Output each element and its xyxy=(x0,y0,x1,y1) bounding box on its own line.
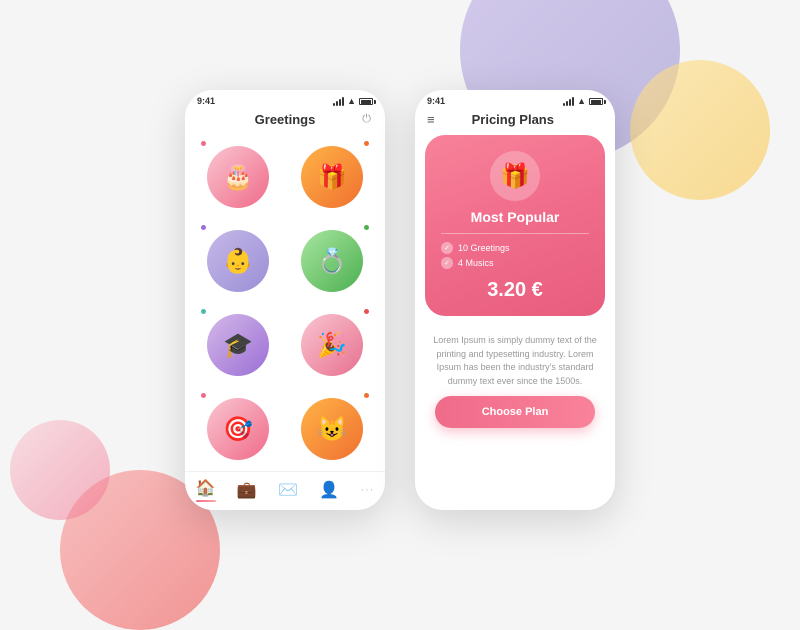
grid-item-3[interactable]: 👶 xyxy=(195,223,281,299)
home-icon: 🏠 xyxy=(196,478,216,498)
pricing-card: 🎁 Most Popular ✓ 10 Greetings ✓ 4 Musics… xyxy=(425,135,605,316)
signal-bars-1 xyxy=(333,97,344,106)
nav-more[interactable]: ··· xyxy=(360,484,374,496)
dot-4 xyxy=(364,225,369,230)
briefcase-icon: 💼 xyxy=(237,480,257,500)
pricing-content: 🎁 Most Popular ✓ 10 Greetings ✓ 4 Musics… xyxy=(415,135,615,510)
circle-icon-7: 🎯 xyxy=(207,398,269,460)
signal-bars-2 xyxy=(563,97,574,106)
card-gift-icon: 🎁 xyxy=(490,151,540,201)
phone-greetings: 9:41 ▲ Greetings ⏻ xyxy=(185,90,385,510)
wifi-icon-1: ▲ xyxy=(347,96,356,106)
status-icons-2: ▲ xyxy=(563,96,603,106)
feature-item-2: ✓ 4 Musics xyxy=(441,257,589,269)
nav-briefcase[interactable]: 💼 xyxy=(237,480,257,500)
status-time-1: 9:41 xyxy=(197,96,215,106)
feature-text-2: 4 Musics xyxy=(458,258,494,268)
grid-item-8[interactable]: 😺 xyxy=(289,391,375,467)
dot-2 xyxy=(364,141,369,146)
circle-icon-6: 🎉 xyxy=(301,314,363,376)
circle-icon-5: 🎓 xyxy=(207,314,269,376)
mail-icon: ✉️ xyxy=(278,480,298,500)
grid-item-7[interactable]: 🎯 xyxy=(195,391,281,467)
screen2-title: Pricing Plans xyxy=(443,112,583,127)
card-divider xyxy=(441,233,589,234)
icon-3: 👶 xyxy=(223,247,253,276)
battery-1 xyxy=(359,98,373,105)
grid-item-4[interactable]: 💍 xyxy=(289,223,375,299)
status-icons-1: ▲ xyxy=(333,96,373,106)
screen1-title: Greetings xyxy=(255,112,316,127)
icon-6: 🎉 xyxy=(317,331,347,360)
hamburger-icon[interactable]: ≡ xyxy=(427,112,435,127)
circle-icon-3: 👶 xyxy=(207,230,269,292)
nav-mail[interactable]: ✉️ xyxy=(278,480,298,500)
dot-6 xyxy=(364,309,369,314)
feature-list: ✓ 10 Greetings ✓ 4 Musics xyxy=(441,242,589,269)
price-text: 3.20 € xyxy=(441,279,589,302)
dot-1 xyxy=(201,141,206,146)
grid-item-5[interactable]: 🎓 xyxy=(195,307,281,383)
bottom-nav: 🏠 💼 ✉️ 👤 ··· xyxy=(185,471,385,510)
choose-plan-button[interactable]: Choose Plan xyxy=(435,396,595,428)
icon-7: 🎯 xyxy=(223,415,253,444)
grid-area: 🎂 🎁 👶 💍 xyxy=(185,135,385,471)
phone-pricing: 9:41 ▲ ≡ Pricing Plans xyxy=(415,90,615,510)
card-icon-wrap: 🎁 xyxy=(441,151,589,201)
dot-7 xyxy=(201,393,206,398)
check-icon-2: ✓ xyxy=(441,257,453,269)
circle-icon-1: 🎂 xyxy=(207,146,269,208)
circle-icon-4: 💍 xyxy=(301,230,363,292)
icon-8: 😺 xyxy=(317,415,347,444)
grid-item-6[interactable]: 🎉 xyxy=(289,307,375,383)
dot-3 xyxy=(201,225,206,230)
gift-icon: 🎁 xyxy=(500,162,530,191)
feature-item-1: ✓ 10 Greetings xyxy=(441,242,589,254)
wifi-icon-2: ▲ xyxy=(577,96,586,106)
icon-5: 🎓 xyxy=(223,331,253,360)
icon-4: 💍 xyxy=(317,247,347,276)
dot-8 xyxy=(364,393,369,398)
feature-text-1: 10 Greetings xyxy=(458,243,510,253)
screens-container: 9:41 ▲ Greetings ⏻ xyxy=(0,0,800,600)
icon-2: 🎁 xyxy=(317,163,347,192)
profile-icon: 👤 xyxy=(319,480,339,500)
more-icon: ··· xyxy=(360,484,374,496)
circle-icon-8: 😺 xyxy=(301,398,363,460)
status-bar-1: 9:41 ▲ xyxy=(185,90,385,108)
status-time-2: 9:41 xyxy=(427,96,445,106)
circle-icon-2: 🎁 xyxy=(301,146,363,208)
card-title: Most Popular xyxy=(441,209,589,225)
nav-profile[interactable]: 👤 xyxy=(319,480,339,500)
dot-5 xyxy=(201,309,206,314)
screen2-header: ≡ Pricing Plans xyxy=(415,108,615,135)
description-text: Lorem Ipsum is simply dummy text of the … xyxy=(425,326,605,396)
icon-1: 🎂 xyxy=(223,163,253,192)
grid-item-1[interactable]: 🎂 xyxy=(195,139,281,215)
check-icon-1: ✓ xyxy=(441,242,453,254)
power-icon[interactable]: ⏻ xyxy=(362,113,371,126)
battery-2 xyxy=(589,98,603,105)
grid-item-2[interactable]: 🎁 xyxy=(289,139,375,215)
screen1-header: Greetings ⏻ xyxy=(185,108,385,135)
nav-underline xyxy=(196,500,216,502)
nav-home[interactable]: 🏠 xyxy=(196,478,216,502)
status-bar-2: 9:41 ▲ xyxy=(415,90,615,108)
